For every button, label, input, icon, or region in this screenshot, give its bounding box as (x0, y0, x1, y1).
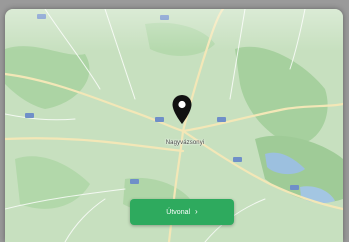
route-button-label: Útvonal (166, 208, 191, 216)
road-shield (37, 14, 46, 19)
route-button[interactable]: Útvonal › (130, 199, 234, 225)
map-pin-icon[interactable] (171, 94, 193, 126)
road-shield (155, 117, 164, 122)
road-shield (233, 157, 242, 162)
road-shield (160, 15, 169, 20)
road-shield (25, 113, 34, 118)
road-shield (290, 185, 299, 190)
chevron-right-icon: › (195, 207, 198, 216)
place-label: Nagyvázsonyi (165, 140, 205, 146)
road-shield (130, 179, 139, 184)
map-card: Nagyvázsonyi Útvonal › (5, 9, 343, 242)
road-shield (217, 117, 226, 122)
